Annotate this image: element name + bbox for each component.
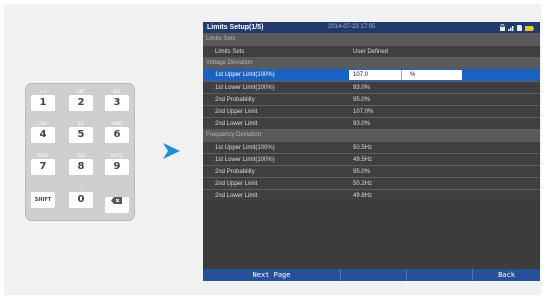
keypad-key-7[interactable]: PQRS 7 [29,153,57,175]
input-divider [401,70,402,80]
datetime: 2014-07-23 17:05 [328,24,376,30]
row-voltage-2nd-probability[interactable]: 2nd Probability 95.0% [203,93,540,105]
screen-title: Limits Setup(1/5) [207,24,264,31]
key-label: 2 [69,95,93,111]
key-label: 9 [105,159,129,175]
softkey-bar: Next Page Back [203,269,540,281]
lock-icon [500,24,505,31]
key-label: 4 [31,127,55,143]
row-voltage-1st-upper[interactable]: 1st Upper Limit(100%) 107.0 % [203,69,540,81]
row-frequency-2nd-probability[interactable]: 2nd Probability 95.0% [203,165,540,177]
keypad-key-4[interactable]: GHI 4 [29,121,57,143]
back-button[interactable]: Back [473,269,540,281]
battery-icon [525,26,534,31]
key-label: 1 [31,95,55,111]
key-label: 3 [105,95,129,111]
row-value: 49.8Hz [353,193,373,199]
row-label: 2nd Lower Limit [215,193,258,199]
keypad-key-8[interactable]: TUV 8 [67,153,95,175]
keypad-key-shift[interactable]: SHIFT [29,186,57,208]
input-value: 107.0 [353,72,369,78]
keypad: +-x 1 ABC 2 DEF 3 GHI 4 JKL 5 MNO 6 PQRS 7 TUV 8 WXYZ 9 SH… [25,83,135,221]
key-label: 5 [69,127,93,143]
backspace-icon [105,197,129,213]
row-frequency-2nd-lower[interactable]: 2nd Lower Limit 49.8Hz [203,189,540,201]
row-frequency-2nd-upper[interactable]: 2nd Upper Limit 50.2Hz [203,177,540,189]
keypad-key-backspace[interactable] [103,186,131,213]
signal-icon [508,26,514,31]
key-label: SHIFT [31,192,55,208]
keypad-key-5[interactable]: JKL 5 [67,121,95,143]
row-voltage-1st-lower[interactable]: 1st Lower Limit(100%) 93.0% [203,81,540,93]
keypad-key-2[interactable]: ABC 2 [67,89,95,111]
value-input[interactable]: 107.0 % [349,70,462,80]
device-screen: Limits Setup(1/5) 2014-07-23 17:05 Limit… [203,22,540,281]
row-frequency-1st-upper[interactable]: 1st Upper Limit(100%) 50.5Hz [203,141,540,153]
section-limits-sets: Limits Sets [203,33,540,45]
keypad-key-6[interactable]: MNO 6 [103,121,131,143]
row-label: 1st Upper Limit(100%) [215,72,275,78]
sd-card-icon [517,25,522,31]
key-label: 0 [69,192,93,208]
section-voltage-deviation: Voltage Deviation [203,57,540,69]
softkey-3[interactable] [407,269,473,281]
status-icons [500,24,534,31]
input-unit: % [410,72,416,78]
row-limits-sets[interactable]: Limits Sets User Defined [203,45,540,57]
keypad-key-0[interactable]: _ 0 [67,186,95,208]
section-frequency-deviation: Frequency Deviation [203,129,540,141]
title-bar: Limits Setup(1/5) 2014-07-23 17:05 [203,22,540,33]
keypad-key-1[interactable]: +-x 1 [29,89,57,111]
row-frequency-1st-lower[interactable]: 1st Lower Limit(100%) 49.5Hz [203,153,540,165]
keypad-key-3[interactable]: DEF 3 [103,89,131,111]
keypad-key-9[interactable]: WXYZ 9 [103,153,131,175]
key-label: 8 [69,159,93,175]
key-label: 6 [105,127,129,143]
row-voltage-2nd-upper[interactable]: 2nd Upper Limit 107.0% [203,105,540,117]
next-page-button[interactable]: Next Page [203,269,341,281]
row-voltage-2nd-lower[interactable]: 2nd Lower Limit 93.0% [203,117,540,129]
arrow-right-icon [163,143,180,159]
softkey-2[interactable] [341,269,407,281]
key-sublabel [103,186,131,192]
key-label: 7 [31,159,55,175]
